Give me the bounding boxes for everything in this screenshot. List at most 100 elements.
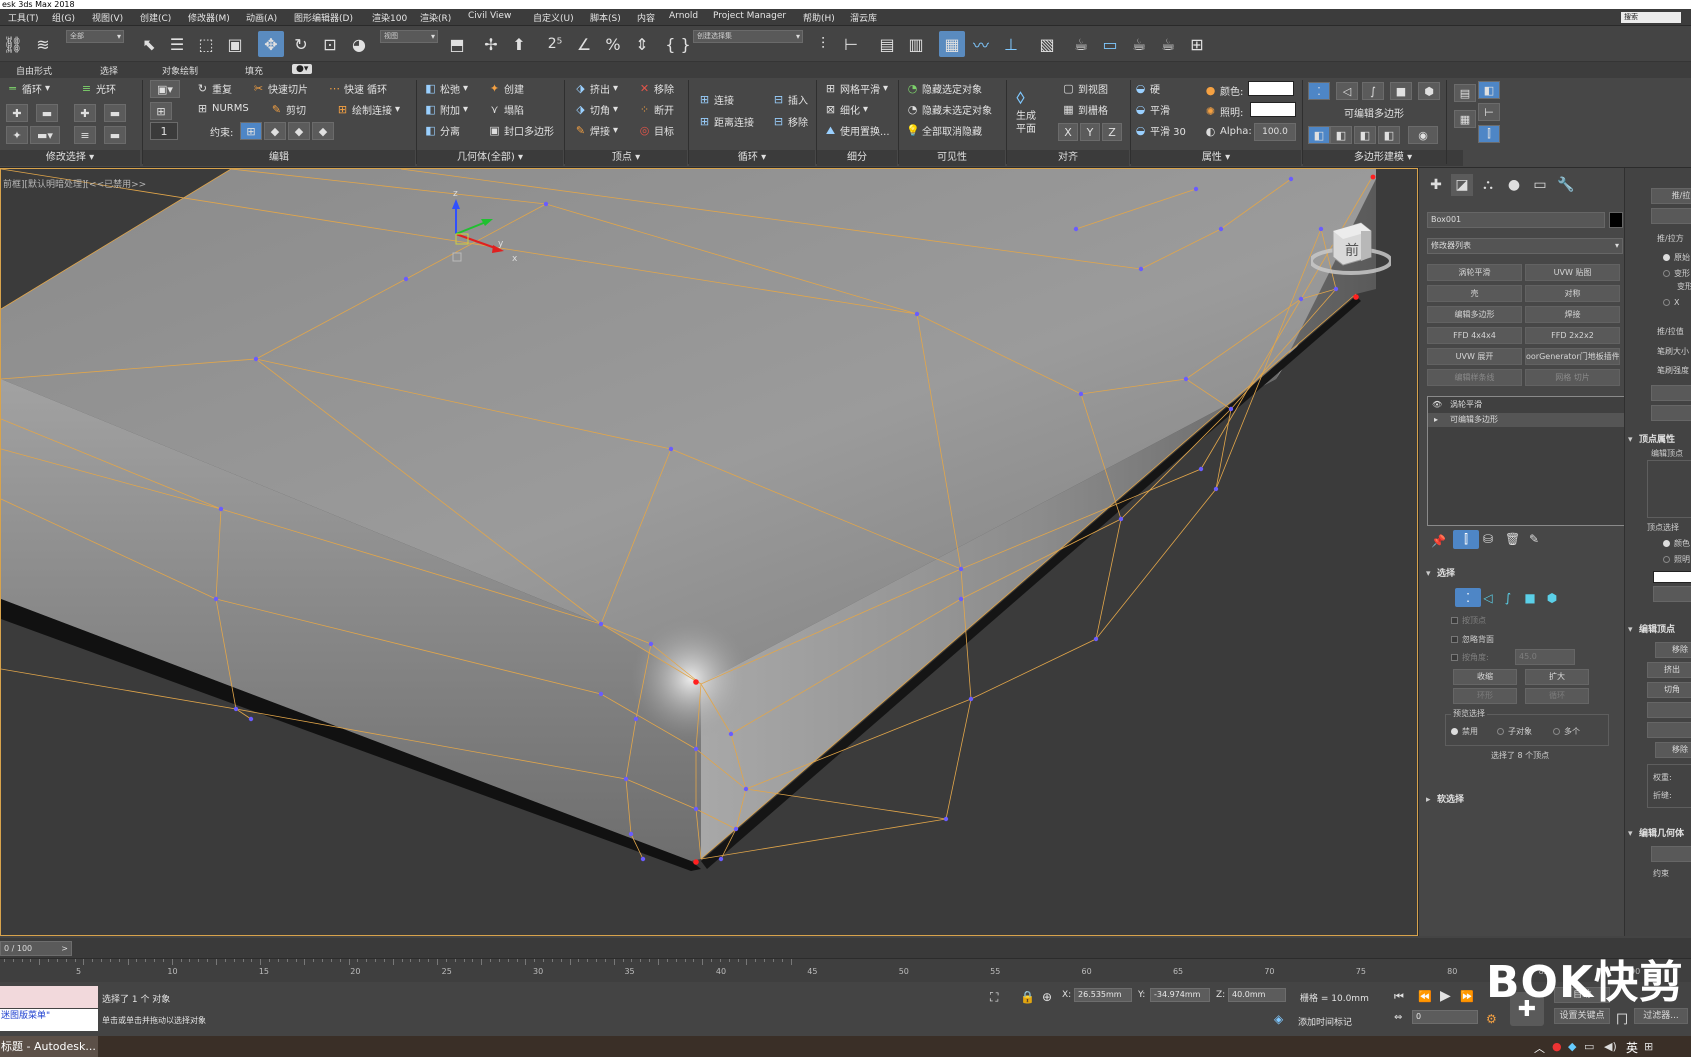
menu-item-9[interactable]: Civil View bbox=[468, 11, 511, 21]
shrink-loop-button[interactable]: ▬ bbox=[104, 104, 126, 122]
edit-vertices-header[interactable]: 编辑顶点 bbox=[1625, 622, 1691, 638]
side-button-a[interactable] bbox=[1651, 385, 1691, 401]
select-manipulate-icon[interactable]: ✢ bbox=[478, 31, 504, 57]
create-tab-icon[interactable]: ✚ bbox=[1425, 174, 1447, 196]
remove-button[interactable]: ✕ 移除 bbox=[638, 81, 674, 96]
repeat-button[interactable]: ↻ 重复 bbox=[196, 81, 232, 96]
isolate-icon[interactable]: ⛶ bbox=[990, 990, 998, 1005]
create-button[interactable]: ✦ 创建 bbox=[488, 81, 524, 96]
loop-remove-button[interactable]: ⊟ 移除 bbox=[772, 114, 808, 129]
repeat-last-button[interactable] bbox=[1651, 846, 1691, 862]
select-similar-button[interactable]: ✦ bbox=[6, 126, 28, 144]
to-grid-button[interactable]: ▦ 到栅格 bbox=[1062, 102, 1108, 117]
modifier-button-d[interactable]: ◉ bbox=[1408, 126, 1438, 144]
ribbon-extra-b[interactable]: ▦ bbox=[1454, 110, 1476, 128]
extrude-button[interactable]: ⬗ 挤出 ▾ bbox=[574, 81, 618, 96]
target-button[interactable]: ◎ 目标 bbox=[638, 123, 674, 138]
hard-button[interactable]: ◒ 硬 bbox=[1134, 81, 1160, 96]
show-end-result-icon[interactable]: ⫿ bbox=[1453, 530, 1479, 549]
loops-footer[interactable]: 循环 ▾ bbox=[689, 150, 815, 166]
edge-mode-button[interactable]: ◁ bbox=[1336, 82, 1358, 100]
menu-item-0[interactable]: 工具(T) bbox=[8, 11, 39, 24]
ref-coord-dropdown[interactable]: 视图 bbox=[380, 30, 438, 43]
edit-named-sets-icon[interactable]: { } bbox=[665, 31, 691, 57]
box-mesh[interactable] bbox=[1, 169, 1376, 871]
rendered-frame-icon[interactable]: ▭ bbox=[1097, 31, 1123, 57]
placement-icon[interactable]: ◕ bbox=[346, 31, 372, 57]
pin-stack-icon[interactable]: 📌 bbox=[1431, 534, 1446, 548]
lock-icon[interactable]: 🔒 bbox=[1020, 990, 1035, 1004]
add-time-tag[interactable]: 添加时间标记 bbox=[1298, 1015, 1352, 1028]
schematic-view-icon[interactable]: ⊥ bbox=[998, 31, 1024, 57]
tray-volume-icon[interactable]: ◀) bbox=[1604, 1040, 1617, 1053]
expand-icon[interactable]: ▸ bbox=[1434, 413, 1438, 427]
rect-selection-icon[interactable]: ⬚ bbox=[193, 31, 219, 57]
spinner-snap-icon[interactable]: ⇕ bbox=[629, 31, 655, 57]
maxscript-input[interactable] bbox=[0, 986, 98, 1008]
copy-button[interactable]: ⊞ bbox=[150, 102, 172, 120]
absolute-mode-icon[interactable]: ⊕ bbox=[1042, 990, 1052, 1004]
unhide-all-button[interactable]: 💡 全部取消隐藏 bbox=[906, 123, 982, 138]
vertex-mode-button[interactable]: ⁚ bbox=[1308, 82, 1330, 100]
alpha-field[interactable]: 100.0 bbox=[1254, 123, 1296, 141]
side-remove-button[interactable]: 移除 bbox=[1655, 642, 1691, 658]
menu-item-16[interactable]: 溜云库 bbox=[850, 11, 877, 24]
menu-item-4[interactable]: 修改器(M) bbox=[188, 11, 230, 24]
key-mode-icon[interactable]: ⇔ bbox=[1394, 1012, 1402, 1023]
ribbon-extra-d[interactable]: ⊢ bbox=[1478, 103, 1500, 121]
properties-footer[interactable]: 属性 ▾ bbox=[1131, 150, 1301, 166]
play-icon[interactable]: ▶ bbox=[1440, 988, 1451, 1004]
illum-radio[interactable]: 照明 bbox=[1663, 554, 1690, 565]
pivot-icon[interactable]: ⬒ bbox=[444, 31, 470, 57]
menu-item-6[interactable]: 图形编辑器(D) bbox=[294, 11, 353, 24]
element-mode-button[interactable]: ⬢ bbox=[1418, 82, 1440, 100]
polygon-modeling-footer[interactable]: 多边形建模 ▾ bbox=[1303, 150, 1463, 166]
render-setup-icon[interactable]: ☕ bbox=[1068, 31, 1094, 57]
render-iterative-icon[interactable]: ☕ bbox=[1155, 31, 1181, 57]
set-key-button[interactable]: 设置关键点 bbox=[1554, 1008, 1610, 1024]
tab-object-paint[interactable]: 对象绘制 bbox=[162, 64, 198, 77]
modifier-list-dropdown[interactable]: 修改器列表 ▾ bbox=[1427, 238, 1623, 254]
vertices-footer[interactable]: 顶点 ▾ bbox=[565, 150, 687, 166]
break-button[interactable]: ⁘ 断开 bbox=[638, 102, 674, 117]
connect-button[interactable]: ⊞ 连接 bbox=[698, 92, 734, 107]
time-slider-thumb[interactable]: 0 / 100 > bbox=[0, 941, 72, 956]
x-coord-field[interactable]: 26.535mm bbox=[1074, 988, 1132, 1002]
utilities-tab-icon[interactable]: 🔧 bbox=[1555, 174, 1577, 196]
nurms-button[interactable]: ⊞ NURMS bbox=[196, 102, 249, 115]
menu-item-8[interactable]: 渲染(R) bbox=[420, 11, 451, 24]
deform-radio[interactable]: 变形 bbox=[1663, 268, 1690, 279]
vertex-props-header[interactable]: 顶点属性 bbox=[1625, 432, 1691, 448]
illumination-swatch[interactable] bbox=[1250, 102, 1296, 117]
side-button-b[interactable] bbox=[1651, 405, 1691, 421]
vertex-color-swatch[interactable] bbox=[1653, 571, 1691, 583]
polygon-mode-button[interactable]: ■ bbox=[1390, 82, 1412, 100]
object-name-field[interactable]: Box001 bbox=[1427, 212, 1605, 228]
loop-button[interactable]: ═ 循环 ▾ bbox=[6, 81, 50, 96]
tray-app-icon[interactable]: ◆ bbox=[1568, 1040, 1576, 1053]
stack-item-turbosmooth[interactable]: 👁 涡轮平滑 bbox=[1428, 398, 1624, 412]
shrink-button[interactable]: ▬ bbox=[36, 104, 58, 122]
time-tag-icon[interactable]: ◈ bbox=[1274, 1012, 1283, 1026]
detach-button[interactable]: ◧ 分离 bbox=[424, 123, 460, 138]
use-displacement-button[interactable]: ⛰ 使用置换... bbox=[824, 123, 890, 138]
push-button[interactable]: 推/拉 bbox=[1651, 188, 1691, 204]
color-radio[interactable]: 颜色 bbox=[1663, 538, 1690, 549]
to-view-button[interactable]: ▢ 到视图 bbox=[1062, 81, 1108, 96]
track-bar[interactable]: 5 10 15 20 25 30 35 40 45 50 55 60 65 70 75 80 85 90 bbox=[0, 958, 1691, 982]
move-icon[interactable]: ✥ bbox=[258, 31, 284, 57]
modifier-button-11[interactable]: 网格 切片 bbox=[1525, 369, 1620, 386]
align-footer[interactable]: 对齐 bbox=[1007, 150, 1129, 166]
selection-rollout-header[interactable]: 选择 bbox=[1423, 566, 1621, 582]
grow-button[interactable]: ✚ bbox=[6, 104, 28, 122]
search-field[interactable]: 搜索 bbox=[1621, 12, 1681, 23]
viewport-perspective[interactable]: 前框][默认明暗处理][<<已禁用>> z y x 前 bbox=[0, 168, 1418, 936]
smooth-button[interactable]: ◒ 平滑 bbox=[1134, 102, 1170, 117]
percent-snap-icon[interactable]: % bbox=[600, 31, 626, 57]
align-z-button[interactable]: Z bbox=[1102, 123, 1122, 141]
relax-button[interactable]: ◧ 松弛 ▾ bbox=[424, 81, 468, 96]
goto-start-icon[interactable]: ⏮ bbox=[1394, 990, 1404, 1004]
toggle-layers-icon[interactable]: ▥ bbox=[903, 31, 929, 57]
mirror-icon[interactable]: ⫶ bbox=[810, 31, 836, 57]
snap-toggle-icon[interactable]: 2⁵ bbox=[542, 31, 568, 57]
